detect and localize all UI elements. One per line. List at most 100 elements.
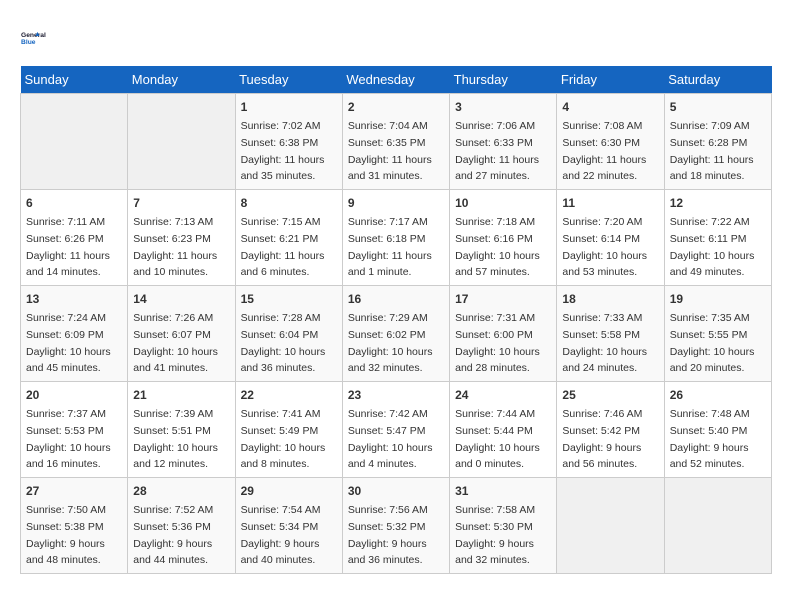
logo: General Blue bbox=[20, 20, 56, 56]
day-info: Sunrise: 7:58 AM Sunset: 5:30 PM Dayligh… bbox=[455, 504, 535, 566]
day-info: Sunrise: 7:37 AM Sunset: 5:53 PM Dayligh… bbox=[26, 408, 111, 470]
weekday-header-wednesday: Wednesday bbox=[342, 66, 449, 94]
day-number: 30 bbox=[348, 482, 444, 500]
calendar-table: SundayMondayTuesdayWednesdayThursdayFrid… bbox=[20, 66, 772, 574]
logo-icon: General Blue bbox=[20, 20, 56, 56]
day-info: Sunrise: 7:26 AM Sunset: 6:07 PM Dayligh… bbox=[133, 312, 218, 374]
calendar-cell bbox=[21, 94, 128, 190]
day-number: 17 bbox=[455, 290, 551, 308]
day-number: 26 bbox=[670, 386, 766, 404]
calendar-cell bbox=[128, 94, 235, 190]
day-number: 1 bbox=[241, 98, 337, 116]
day-number: 27 bbox=[26, 482, 122, 500]
calendar-cell: 19 Sunrise: 7:35 AM Sunset: 5:55 PM Dayli… bbox=[664, 286, 771, 382]
day-number: 28 bbox=[133, 482, 229, 500]
calendar-cell: 14 Sunrise: 7:26 AM Sunset: 6:07 PM Dayli… bbox=[128, 286, 235, 382]
calendar-cell: 31 Sunrise: 7:58 AM Sunset: 5:30 PM Dayli… bbox=[450, 478, 557, 574]
calendar-cell: 24 Sunrise: 7:44 AM Sunset: 5:44 PM Dayli… bbox=[450, 382, 557, 478]
day-info: Sunrise: 7:15 AM Sunset: 6:21 PM Dayligh… bbox=[241, 216, 325, 278]
day-number: 12 bbox=[670, 194, 766, 212]
day-info: Sunrise: 7:41 AM Sunset: 5:49 PM Dayligh… bbox=[241, 408, 326, 470]
day-info: Sunrise: 7:46 AM Sunset: 5:42 PM Dayligh… bbox=[562, 408, 642, 470]
calendar-cell: 4 Sunrise: 7:08 AM Sunset: 6:30 PM Daylig… bbox=[557, 94, 664, 190]
calendar-cell: 18Sunrise: 7:33 AM Sunset: 5:58 PM Dayli… bbox=[557, 286, 664, 382]
day-info: Sunrise: 7:42 AM Sunset: 5:47 PM Dayligh… bbox=[348, 408, 433, 470]
calendar-cell: 12 Sunrise: 7:22 AM Sunset: 6:11 PM Dayli… bbox=[664, 190, 771, 286]
calendar-cell: 1 Sunrise: 7:02 AM Sunset: 6:38 PM Daylig… bbox=[235, 94, 342, 190]
week-row-3: 13Sunrise: 7:24 AM Sunset: 6:09 PM Dayli… bbox=[21, 286, 772, 382]
day-number: 31 bbox=[455, 482, 551, 500]
day-info: Sunrise: 7:13 AM Sunset: 6:23 PM Dayligh… bbox=[133, 216, 217, 278]
day-info: Sunrise: 7:52 AM Sunset: 5:36 PM Dayligh… bbox=[133, 504, 213, 566]
calendar-cell: 30 Sunrise: 7:56 AM Sunset: 5:32 PM Dayli… bbox=[342, 478, 449, 574]
calendar-cell: 3Sunrise: 7:06 AM Sunset: 6:33 PM Daylig… bbox=[450, 94, 557, 190]
calendar-cell: 10Sunrise: 7:18 AM Sunset: 6:16 PM Dayli… bbox=[450, 190, 557, 286]
day-number: 10 bbox=[455, 194, 551, 212]
day-info: Sunrise: 7:04 AM Sunset: 6:35 PM Dayligh… bbox=[348, 120, 432, 182]
page-header: General Blue bbox=[20, 20, 772, 56]
calendar-cell: 22 Sunrise: 7:41 AM Sunset: 5:49 PM Dayli… bbox=[235, 382, 342, 478]
day-number: 5 bbox=[670, 98, 766, 116]
day-number: 6 bbox=[26, 194, 122, 212]
calendar-cell: 15 Sunrise: 7:28 AM Sunset: 6:04 PM Dayli… bbox=[235, 286, 342, 382]
day-info: Sunrise: 7:09 AM Sunset: 6:28 PM Dayligh… bbox=[670, 120, 754, 182]
day-info: Sunrise: 7:33 AM Sunset: 5:58 PM Dayligh… bbox=[562, 312, 647, 374]
calendar-cell: 16Sunrise: 7:29 AM Sunset: 6:02 PM Dayli… bbox=[342, 286, 449, 382]
calendar-cell: 13Sunrise: 7:24 AM Sunset: 6:09 PM Dayli… bbox=[21, 286, 128, 382]
weekday-header-sunday: Sunday bbox=[21, 66, 128, 94]
calendar-cell: 11Sunrise: 7:20 AM Sunset: 6:14 PM Dayli… bbox=[557, 190, 664, 286]
weekday-header-monday: Monday bbox=[128, 66, 235, 94]
day-number: 2 bbox=[348, 98, 444, 116]
day-number: 14 bbox=[133, 290, 229, 308]
weekday-header-friday: Friday bbox=[557, 66, 664, 94]
day-number: 19 bbox=[670, 290, 766, 308]
day-info: Sunrise: 7:02 AM Sunset: 6:38 PM Dayligh… bbox=[241, 120, 325, 182]
day-number: 15 bbox=[241, 290, 337, 308]
day-info: Sunrise: 7:56 AM Sunset: 5:32 PM Dayligh… bbox=[348, 504, 428, 566]
day-info: Sunrise: 7:50 AM Sunset: 5:38 PM Dayligh… bbox=[26, 504, 106, 566]
day-number: 21 bbox=[133, 386, 229, 404]
day-number: 16 bbox=[348, 290, 444, 308]
day-number: 25 bbox=[562, 386, 658, 404]
calendar-cell: 29 Sunrise: 7:54 AM Sunset: 5:34 PM Dayli… bbox=[235, 478, 342, 574]
day-number: 24 bbox=[455, 386, 551, 404]
day-number: 22 bbox=[241, 386, 337, 404]
calendar-cell bbox=[664, 478, 771, 574]
weekday-header-thursday: Thursday bbox=[450, 66, 557, 94]
calendar-cell: 20 Sunrise: 7:37 AM Sunset: 5:53 PM Dayli… bbox=[21, 382, 128, 478]
week-row-5: 27 Sunrise: 7:50 AM Sunset: 5:38 PM Dayli… bbox=[21, 478, 772, 574]
day-number: 8 bbox=[241, 194, 337, 212]
day-number: 4 bbox=[562, 98, 658, 116]
day-info: Sunrise: 7:06 AM Sunset: 6:33 PM Dayligh… bbox=[455, 120, 539, 182]
week-row-2: 6Sunrise: 7:11 AM Sunset: 6:26 PM Daylig… bbox=[21, 190, 772, 286]
day-info: Sunrise: 7:20 AM Sunset: 6:14 PM Dayligh… bbox=[562, 216, 647, 278]
day-info: Sunrise: 7:28 AM Sunset: 6:04 PM Dayligh… bbox=[241, 312, 326, 374]
calendar-cell: 17 Sunrise: 7:31 AM Sunset: 6:00 PM Dayli… bbox=[450, 286, 557, 382]
day-info: Sunrise: 7:31 AM Sunset: 6:00 PM Dayligh… bbox=[455, 312, 540, 374]
day-info: Sunrise: 7:48 AM Sunset: 5:40 PM Dayligh… bbox=[670, 408, 750, 470]
day-number: 29 bbox=[241, 482, 337, 500]
day-number: 23 bbox=[348, 386, 444, 404]
calendar-cell: 28 Sunrise: 7:52 AM Sunset: 5:36 PM Dayli… bbox=[128, 478, 235, 574]
day-info: Sunrise: 7:17 AM Sunset: 6:18 PM Dayligh… bbox=[348, 216, 432, 278]
svg-text:Blue: Blue bbox=[21, 39, 36, 46]
calendar-cell: 5 Sunrise: 7:09 AM Sunset: 6:28 PM Daylig… bbox=[664, 94, 771, 190]
calendar-cell: 8 Sunrise: 7:15 AM Sunset: 6:21 PM Daylig… bbox=[235, 190, 342, 286]
calendar-cell: 6Sunrise: 7:11 AM Sunset: 6:26 PM Daylig… bbox=[21, 190, 128, 286]
calendar-cell: 21Sunrise: 7:39 AM Sunset: 5:51 PM Dayli… bbox=[128, 382, 235, 478]
day-info: Sunrise: 7:35 AM Sunset: 5:55 PM Dayligh… bbox=[670, 312, 755, 374]
calendar-cell: 25 Sunrise: 7:46 AM Sunset: 5:42 PM Dayli… bbox=[557, 382, 664, 478]
day-number: 7 bbox=[133, 194, 229, 212]
day-info: Sunrise: 7:22 AM Sunset: 6:11 PM Dayligh… bbox=[670, 216, 755, 278]
calendar-cell: 27 Sunrise: 7:50 AM Sunset: 5:38 PM Dayli… bbox=[21, 478, 128, 574]
day-number: 9 bbox=[348, 194, 444, 212]
calendar-cell bbox=[557, 478, 664, 574]
day-number: 20 bbox=[26, 386, 122, 404]
day-info: Sunrise: 7:24 AM Sunset: 6:09 PM Dayligh… bbox=[26, 312, 111, 374]
day-info: Sunrise: 7:08 AM Sunset: 6:30 PM Dayligh… bbox=[562, 120, 646, 182]
week-row-1: 1 Sunrise: 7:02 AM Sunset: 6:38 PM Daylig… bbox=[21, 94, 772, 190]
day-info: Sunrise: 7:54 AM Sunset: 5:34 PM Dayligh… bbox=[241, 504, 321, 566]
day-info: Sunrise: 7:44 AM Sunset: 5:44 PM Dayligh… bbox=[455, 408, 540, 470]
weekday-header-row: SundayMondayTuesdayWednesdayThursdayFrid… bbox=[21, 66, 772, 94]
calendar-cell: 26 Sunrise: 7:48 AM Sunset: 5:40 PM Dayli… bbox=[664, 382, 771, 478]
